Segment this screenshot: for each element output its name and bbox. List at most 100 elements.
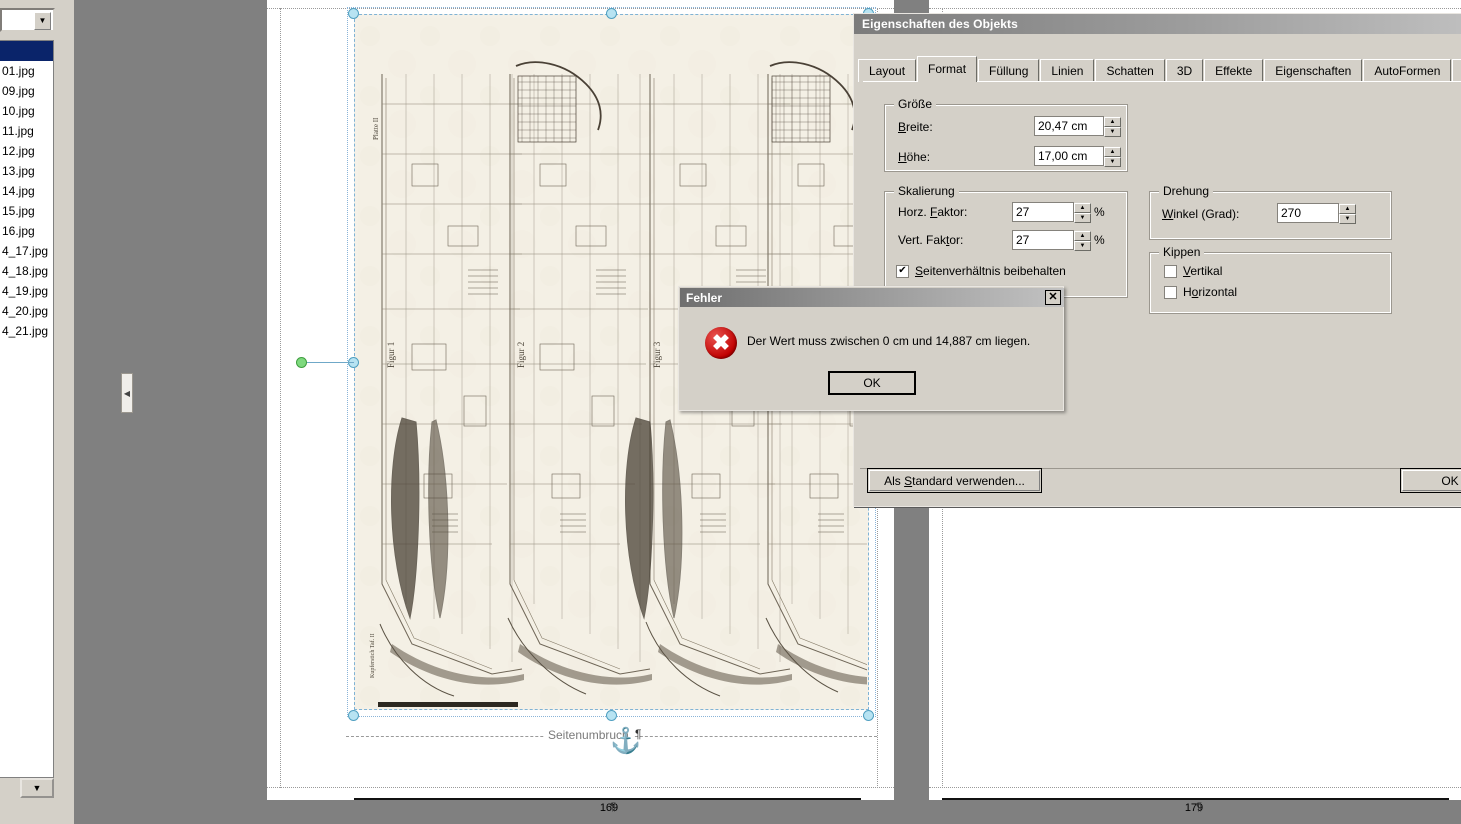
tab-linien[interactable]: Linien [1040,59,1095,82]
file-list-item[interactable]: 4_21.jpg [0,321,53,341]
footer-separator-right [942,798,1449,800]
resize-handle-top-center[interactable] [606,8,617,19]
group-flip-label: Kippen [1159,245,1205,259]
file-list-item[interactable] [0,41,53,61]
file-list-item[interactable]: 15.jpg [0,201,53,221]
keep-ratio-row[interactable]: ✔ Seitenverhältnis beibehalten [896,264,1066,278]
file-list-item[interactable]: 13.jpg [0,161,53,181]
file-list[interactable]: 01.jpg 09.jpg 10.jpg 11.jpg 12.jpg 13.jpg 14.j… [0,40,54,778]
vert-factor-spinner[interactable]: ▲ ▼ [1074,231,1091,251]
triangle-up-icon[interactable]: ▲ [1104,117,1121,127]
resize-handle-bottom-center[interactable] [606,710,617,721]
tab-gr[interactable]: Gr [1452,59,1461,82]
height-input-field[interactable] [1035,148,1103,164]
width-input[interactable]: ▲ ▼ [1034,116,1121,137]
width-spinner[interactable]: ▲ ▼ [1104,117,1121,137]
file-list-item[interactable]: 4_17.jpg [0,241,53,261]
horz-factor-input-field[interactable] [1013,204,1073,220]
file-list-item[interactable]: 14.jpg [0,181,53,201]
width-label: Breite: [898,120,933,134]
tab-f-llung[interactable]: Füllung [978,59,1040,82]
triangle-up-icon[interactable]: ▲ [1339,204,1356,214]
flip-vertical-row[interactable]: Vertikal [1164,264,1222,278]
keep-ratio-checkbox[interactable]: ✔ [896,264,909,278]
file-list-item[interactable]: 11.jpg [0,121,53,141]
flip-horizontal-checkbox[interactable] [1164,285,1177,299]
tab-autoformen[interactable]: AutoFormen [1363,59,1452,82]
close-icon[interactable]: ✕ [1045,290,1061,305]
error-cross-icon: ✖ [705,327,737,359]
file-list-scroll-down-button[interactable]: ▼ [20,778,54,798]
angle-input-field[interactable] [1278,205,1338,221]
file-browser-panel: ▼ 01.jpg 09.jpg 10.jpg 11.jpg 12.jpg 13.jpg 14… [0,0,60,824]
triangle-down-icon[interactable]: ▼ [1074,241,1091,251]
dialog-titlebar[interactable]: Eigenschaften des Objekts [854,14,1461,34]
text-boundary-guide [929,8,1461,9]
tab-schatten[interactable]: Schatten [1095,59,1165,82]
triangle-up-icon[interactable]: ▲ [1074,231,1091,241]
vert-factor-input[interactable]: ▲ ▼ [1012,230,1091,251]
object-properties-dialog[interactable]: Eigenschaften des Objekts Layout Format Fü… [853,13,1461,507]
tab-format[interactable]: Format [917,56,978,82]
panel-splitter[interactable]: ◀ [60,0,133,824]
vert-factor-input-field[interactable] [1013,232,1073,248]
resize-handle-bottom-right[interactable] [863,710,874,721]
error-dialog-titlebar[interactable]: Fehler ✕ [680,288,1064,307]
triangle-up-icon[interactable]: ▲ [1104,147,1121,157]
error-ok-button[interactable]: OK [828,371,916,395]
triangle-down-icon[interactable]: ▼ [1074,213,1091,223]
file-list-item[interactable]: 4_20.jpg [0,301,53,321]
svg-text:Figur 3: Figur 3 [652,341,662,368]
rotation-handle[interactable] [296,357,307,368]
horz-factor-input[interactable]: ▲ ▼ [1012,202,1091,223]
tab-3d[interactable]: 3D [1165,59,1204,82]
chevron-down-icon[interactable]: ▼ [34,12,51,30]
flip-horizontal-row[interactable]: Horizontal [1164,285,1237,299]
svg-text:Kupferstich Taf. II: Kupferstich Taf. II [369,633,376,678]
dialog-ok-button-label: OK [1441,473,1459,488]
set-default-button[interactable]: Als Standard verwenden... [867,468,1042,493]
flip-vertical-label: Vertikal [1183,264,1223,278]
resize-handle-top-left[interactable] [348,8,359,19]
file-list-item[interactable]: 4_18.jpg [0,261,53,281]
file-list-item[interactable]: 09.jpg [0,81,53,101]
resize-handle-bottom-left[interactable] [348,710,359,721]
dialog-title: Eigenschaften des Objekts [862,17,1018,31]
flip-vertical-checkbox[interactable] [1164,264,1177,278]
height-spinner[interactable]: ▲ ▼ [1104,147,1121,167]
file-list-item[interactable]: 16.jpg [0,221,53,241]
angle-label: Winkel (Grad): [1162,207,1240,221]
height-input[interactable]: ▲ ▼ [1034,146,1121,167]
tab-layout[interactable]: Layout [858,59,917,82]
triangle-down-icon[interactable]: ▼ [1104,157,1121,167]
error-dialog[interactable]: Fehler ✕ ✖ Der Wert muss zwischen 0 cm u… [678,286,1064,411]
triangle-up-icon[interactable]: ▲ [1074,203,1091,213]
footer-separator-left [354,798,861,800]
path-combobox[interactable]: ▼ [0,8,55,32]
height-label: Höhe: [898,150,931,164]
angle-spinner[interactable]: ▲ ▼ [1339,204,1356,224]
flip-horizontal-label: Horizontal [1183,285,1238,299]
file-list-item[interactable]: 12.jpg [0,141,53,161]
file-list-item[interactable]: 4_19.jpg [0,281,53,301]
page-number-left-pilcrow: ¶ [610,801,616,813]
set-default-button-label: Als Standard verwenden... [884,473,1025,488]
tab-effekte[interactable]: Effekte [1204,59,1264,82]
tab-eigenschaften[interactable]: Eigenschaften [1264,59,1363,82]
text-boundary-guide [929,787,1461,788]
triangle-down-icon[interactable]: ▼ [1104,127,1121,137]
group-scaling-label: Skalierung [894,184,959,198]
file-list-item[interactable]: 10.jpg [0,101,53,121]
keep-ratio-label: Seitenverhältnis beibehalten [915,264,1066,278]
width-input-field[interactable] [1035,118,1103,134]
collapse-left-icon[interactable]: ◀ [121,373,133,413]
group-size-label: Größe [894,97,937,111]
triangle-down-icon[interactable]: ▼ [1339,214,1356,224]
dialog-tabstrip[interactable]: Layout Format Füllung Linien Schatten 3D Effek… [858,56,1461,82]
angle-input[interactable]: ▲ ▼ [1277,203,1356,224]
page-number-left: 169 [599,802,619,814]
horz-factor-spinner[interactable]: ▲ ▼ [1074,203,1091,223]
dialog-ok-button[interactable]: OK [1400,468,1461,493]
file-list-item[interactable]: 01.jpg [0,61,53,81]
group-rotation-label: Drehung [1159,184,1214,198]
